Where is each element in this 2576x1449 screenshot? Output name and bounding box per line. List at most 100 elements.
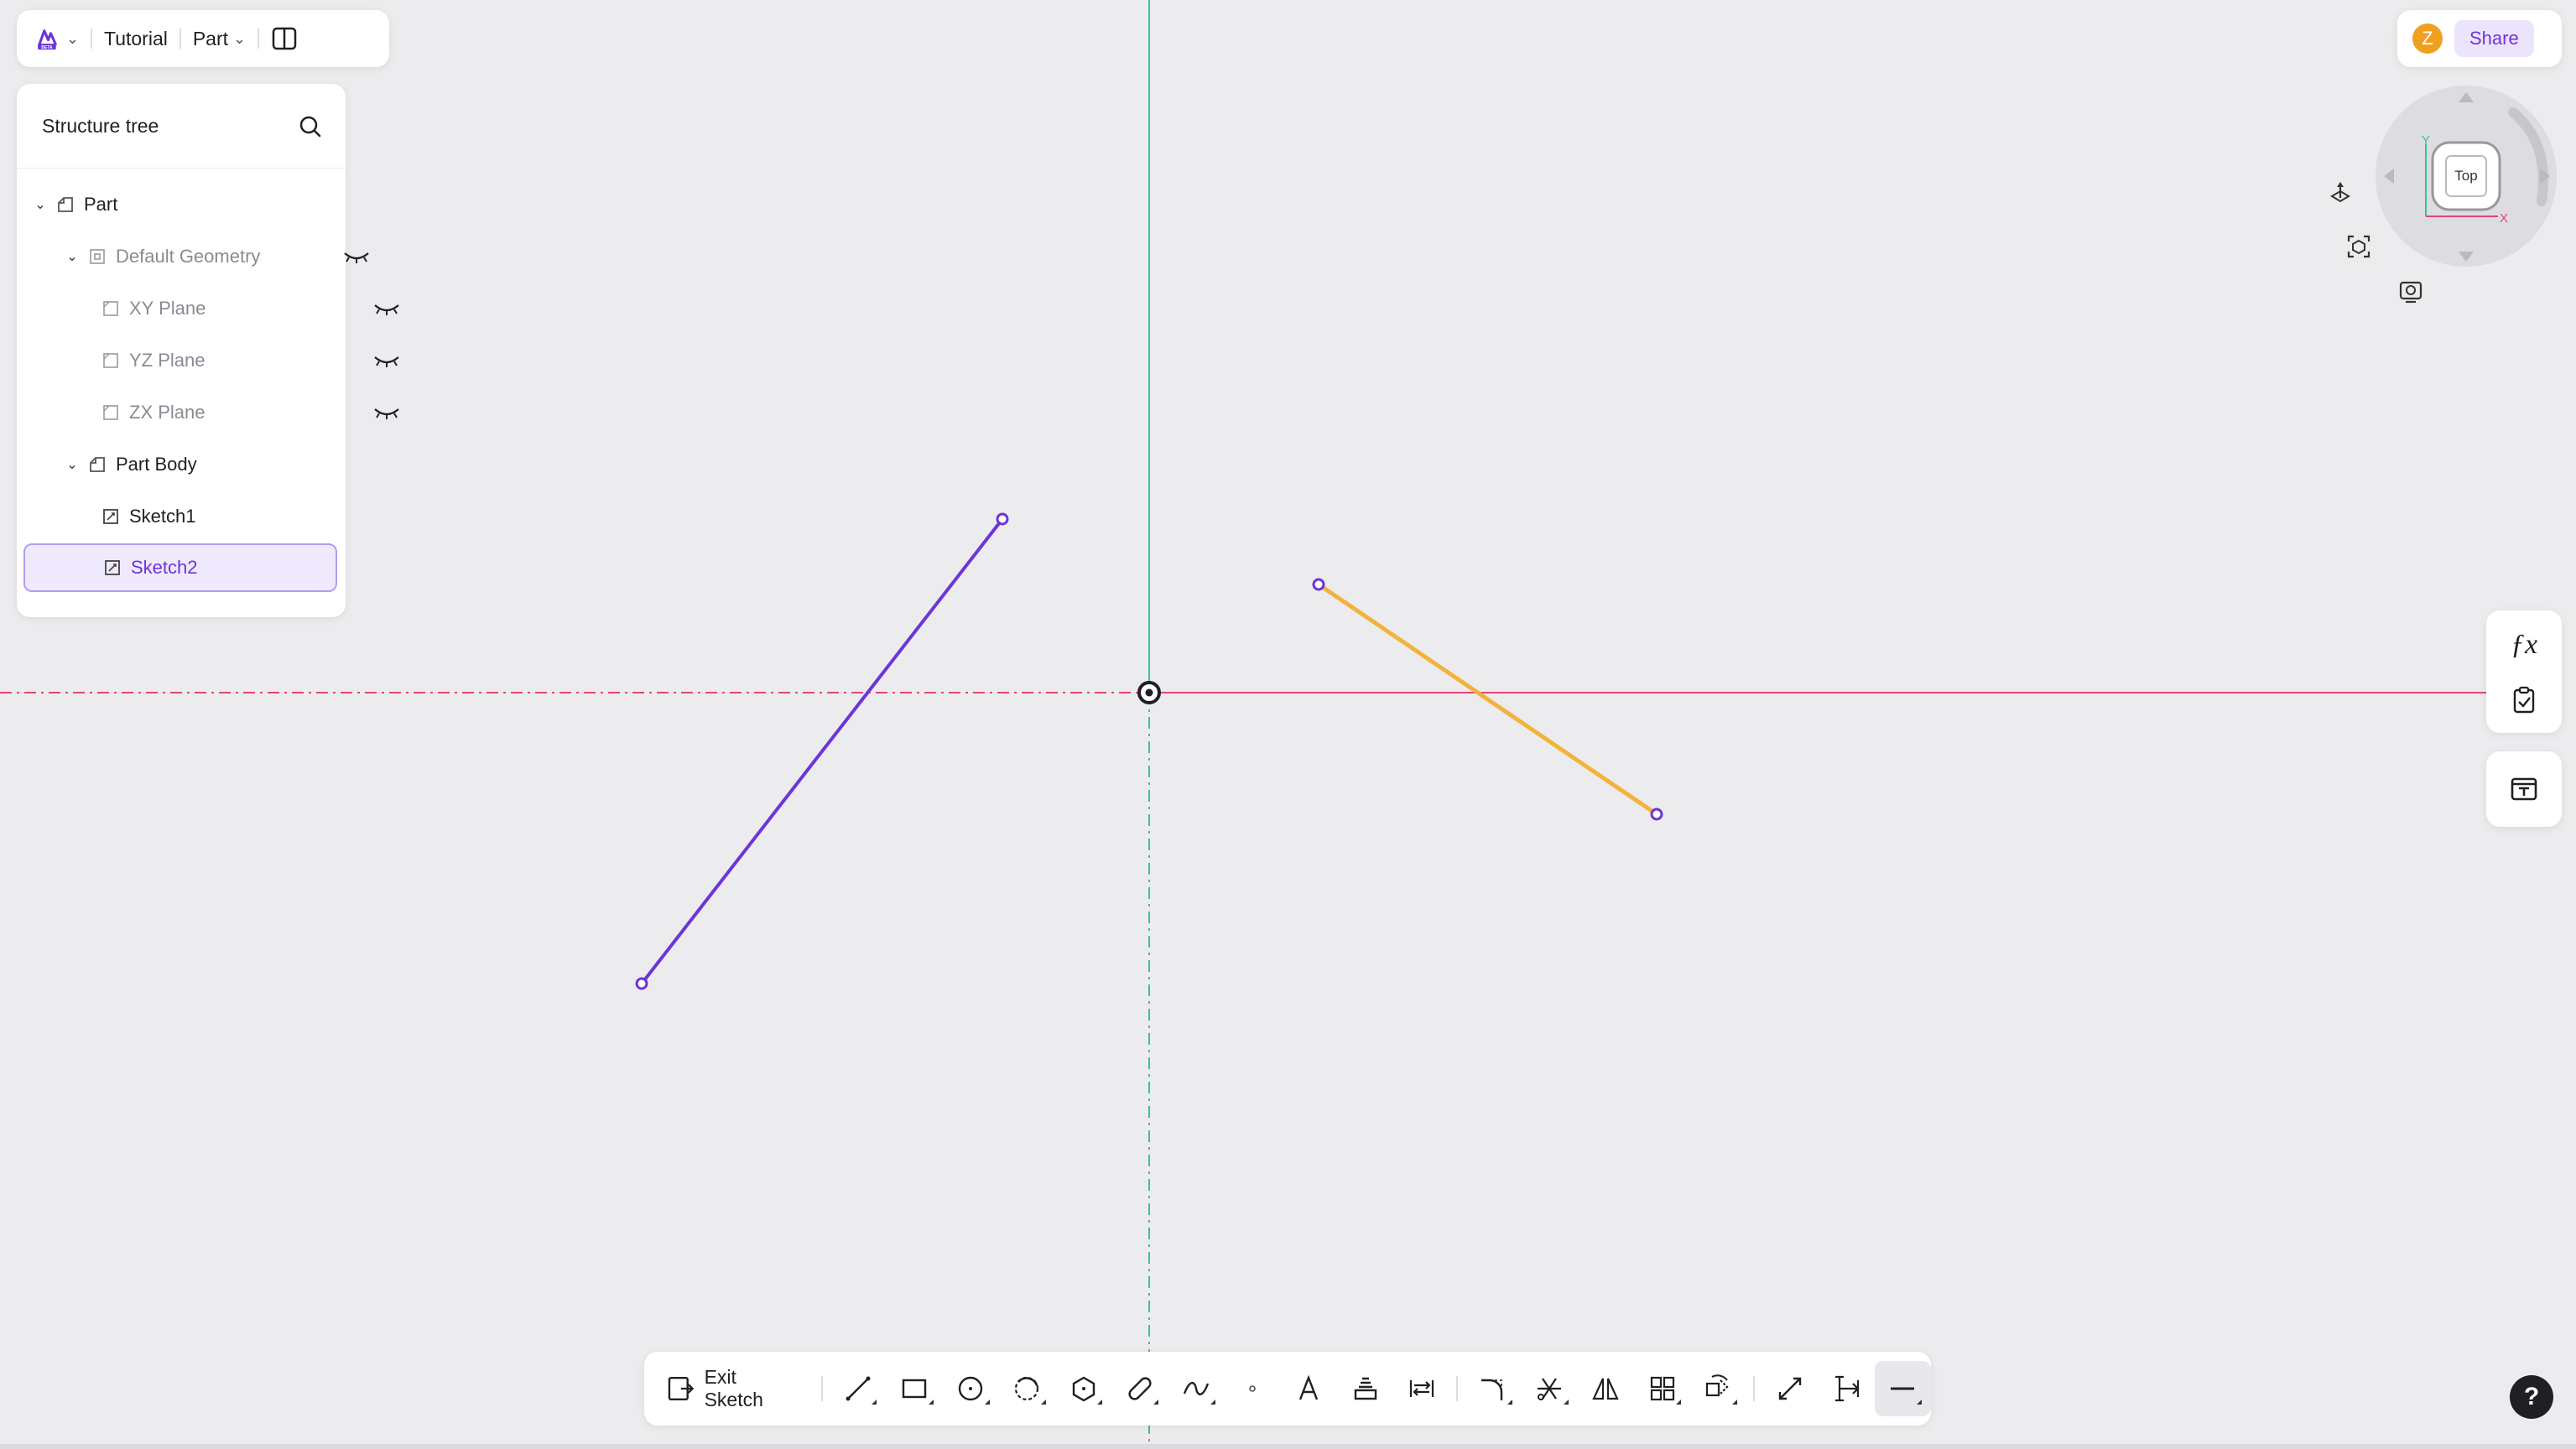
tree-item-yz-plane[interactable]: YZ Plane [17, 335, 423, 386]
eye-closed-icon[interactable] [372, 351, 401, 369]
toggle-panel-button[interactable] [271, 25, 298, 52]
app-logo-menu[interactable]: BETA ⌄ [35, 17, 79, 60]
view-normal-button[interactable] [2322, 174, 2359, 211]
line-style-button[interactable] [1874, 1361, 1931, 1416]
right-tool-panel: ƒx [2486, 610, 2562, 733]
polygon-tool-icon [1072, 1376, 1095, 1402]
tree-item-xy-plane[interactable]: XY Plane [17, 283, 423, 334]
dimension-tool-button[interactable] [1819, 1361, 1875, 1416]
text-panel-button[interactable] [2486, 763, 2562, 815]
clipboard-check-icon [2513, 686, 2535, 714]
pattern-tool-button[interactable] [1634, 1361, 1690, 1416]
view-mode-button[interactable] [2392, 273, 2429, 310]
divider [1456, 1376, 1459, 1401]
trim-tool-button[interactable] [1522, 1361, 1578, 1416]
mirror-tool-button[interactable] [1578, 1361, 1634, 1416]
point-tool-icon [1249, 1385, 1256, 1392]
rectangle-tool-button[interactable] [886, 1361, 942, 1416]
chevron-down-icon: ⌄ [65, 29, 79, 47]
dropdown-indicator [1507, 1400, 1512, 1405]
offset-tool-icon [1409, 1380, 1434, 1397]
sketch-line-2[interactable] [1312, 578, 1663, 821]
tree-item-sketch1[interactable]: Sketch1 [17, 491, 423, 542]
body-icon [87, 454, 107, 475]
tree-item-label: ZX Plane [129, 402, 206, 423]
divider [258, 29, 260, 49]
share-button[interactable]: Share [2454, 20, 2534, 57]
axis-x-label: X [2500, 211, 2508, 226]
dropdown-indicator [872, 1400, 877, 1405]
dropdown-indicator [1210, 1400, 1215, 1405]
display-mode-icon [2399, 281, 2422, 304]
transform-tool-button[interactable] [1690, 1361, 1746, 1416]
line-endpoint[interactable] [1312, 578, 1325, 591]
exit-sketch-label: Exit Sketch [704, 1366, 763, 1410]
chevron-down-icon[interactable]: ⌄ [64, 248, 81, 265]
dropdown-indicator [1097, 1400, 1103, 1405]
window-bottom-edge [0, 1444, 2576, 1449]
trim-tool-icon [1538, 1378, 1562, 1400]
line-endpoint[interactable] [1650, 808, 1663, 821]
tree-item-label: Sketch2 [131, 557, 198, 578]
line-endpoint[interactable] [635, 977, 648, 990]
fillet-tool-icon [1481, 1379, 1503, 1400]
sketch-canvas[interactable] [0, 0, 2576, 1449]
tree-item-part[interactable]: ⌄ Part [17, 179, 361, 230]
point-tool-button[interactable] [1225, 1361, 1281, 1416]
dropdown-indicator [1563, 1400, 1569, 1405]
document-name[interactable]: Tutorial [104, 28, 168, 50]
structure-tree-panel: Structure tree ⌄ Part ⌄ Default Geometry… [17, 84, 399, 617]
arc-tool-button[interactable] [999, 1361, 1055, 1416]
view-cube-face[interactable]: Top [2431, 141, 2501, 211]
divider [821, 1376, 824, 1401]
check-button[interactable] [2486, 674, 2562, 726]
fx-icon: ƒx [2510, 629, 2538, 660]
structure-tree-header: Structure tree [17, 84, 346, 169]
text-tool-button[interactable] [1281, 1361, 1337, 1416]
share-panel: Z Share [2397, 10, 2562, 67]
divider [179, 29, 181, 49]
eye-closed-icon[interactable] [372, 299, 401, 317]
axis-y-label: Y [2422, 133, 2430, 148]
chevron-down-icon[interactable]: ⌄ [64, 456, 81, 473]
tree-item-part-body[interactable]: ⌄ Part Body [17, 439, 393, 490]
offset-tool-button[interactable] [1393, 1361, 1449, 1416]
project-tool-icon [1354, 1377, 1376, 1400]
fit-view-button[interactable] [2340, 228, 2377, 265]
pattern-tool-icon [1650, 1376, 1674, 1401]
chevron-down-icon[interactable]: ⌄ [32, 196, 49, 213]
polygon-tool-button[interactable] [1055, 1361, 1111, 1416]
exit-sketch-button[interactable]: Exit Sketch [666, 1366, 799, 1411]
sketch-toolbar: Exit Sketch [644, 1352, 1931, 1426]
mode-selector[interactable]: Part ⌄ [193, 28, 246, 50]
help-button[interactable]: ? [2510, 1375, 2553, 1419]
dropdown-indicator [1153, 1400, 1159, 1405]
formula-button[interactable]: ƒx [2486, 619, 2562, 671]
slot-tool-button[interactable] [1111, 1361, 1168, 1416]
eye-closed-icon[interactable] [342, 247, 371, 265]
line-tool-button[interactable] [830, 1361, 886, 1416]
eye-closed-icon[interactable] [372, 402, 401, 421]
fillet-tool-button[interactable] [1465, 1361, 1521, 1416]
spline-tool-button[interactable] [1168, 1361, 1224, 1416]
tree-item-sketch2[interactable]: Sketch2 [23, 543, 337, 592]
structure-tree-title: Structure tree [42, 114, 159, 137]
mode-label: Part [192, 27, 229, 49]
tree-item-label: Sketch1 [129, 506, 196, 527]
search-icon[interactable] [297, 113, 322, 138]
circle-tool-button[interactable] [943, 1361, 999, 1416]
arc-tool-icon [1015, 1376, 1039, 1401]
transform-tool-icon [1705, 1374, 1729, 1397]
origin-point[interactable] [1137, 681, 1161, 704]
tree-item-zx-plane[interactable]: ZX Plane [17, 387, 423, 438]
tree-item-default-geometry[interactable]: ⌄ Default Geometry [17, 231, 393, 282]
sketch-line-1[interactable] [635, 512, 1009, 990]
logo-badge: BETA [41, 45, 53, 50]
tree-item-label: XY Plane [129, 298, 206, 319]
avatar[interactable]: Z [2412, 23, 2443, 54]
text-tool-icon [1299, 1374, 1319, 1400]
anchor-view-icon [2330, 182, 2350, 203]
project-tool-button[interactable] [1337, 1361, 1393, 1416]
constraint-tool-button[interactable] [1762, 1361, 1818, 1416]
line-endpoint[interactable] [996, 512, 1009, 526]
